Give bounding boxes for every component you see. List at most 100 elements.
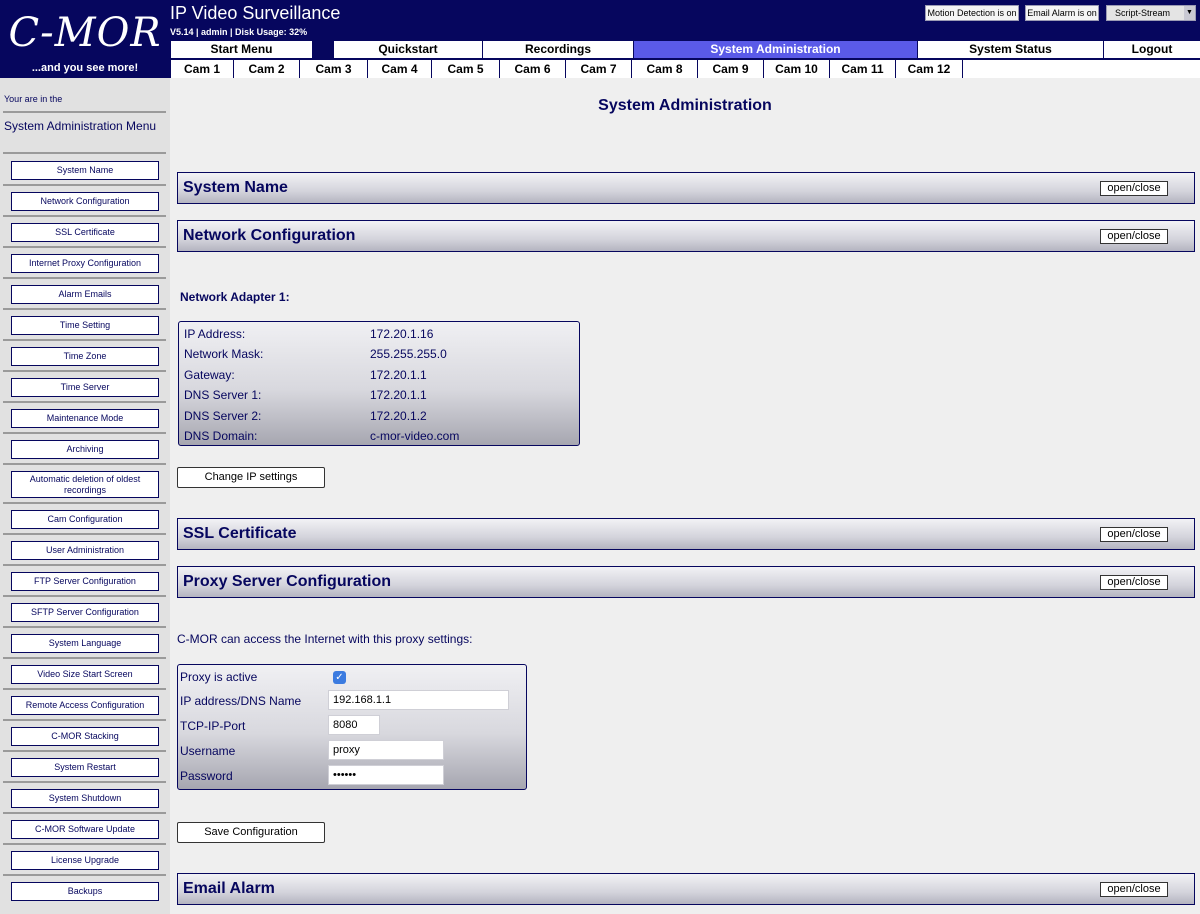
nav-logout[interactable]: Logout bbox=[1103, 41, 1200, 58]
sidebar-divider bbox=[3, 781, 166, 783]
open-close-button[interactable]: open/close bbox=[1100, 882, 1168, 897]
sidebar-title: System Administration Menu bbox=[4, 119, 157, 133]
section-title: System Name bbox=[183, 179, 288, 196]
sidebar-item-auto-deletion[interactable]: Automatic deletion of oldest recordings bbox=[11, 471, 159, 498]
sidebar-divider bbox=[3, 657, 166, 659]
sidebar-divider bbox=[3, 843, 166, 845]
sidebar-item-cam-configuration[interactable]: Cam Configuration bbox=[11, 510, 159, 529]
dns-server-2-label: DNS Server 2: bbox=[184, 409, 262, 423]
sidebar-item-internet-proxy[interactable]: Internet Proxy Configuration bbox=[11, 254, 159, 273]
sidebar-item-system-restart[interactable]: System Restart bbox=[11, 758, 159, 777]
sidebar-divider bbox=[3, 750, 166, 752]
nav-quickstart[interactable]: Quickstart bbox=[333, 41, 482, 58]
sidebar-item-maintenance-mode[interactable]: Maintenance Mode bbox=[11, 409, 159, 428]
change-ip-settings-button[interactable]: Change IP settings bbox=[177, 467, 325, 488]
sidebar-item-license-upgrade[interactable]: License Upgrade bbox=[11, 851, 159, 870]
proxy-settings-form: Proxy is active ✓ IP address/DNS Name TC… bbox=[177, 664, 527, 790]
script-stream-select[interactable]: Script-Stream ▼ bbox=[1106, 5, 1196, 21]
sidebar-item-system-name[interactable]: System Name bbox=[11, 161, 159, 180]
proxy-username-input[interactable] bbox=[328, 740, 444, 760]
sidebar-item-alarm-emails[interactable]: Alarm Emails bbox=[11, 285, 159, 304]
sidebar-item-remote-access[interactable]: Remote Access Configuration bbox=[11, 696, 159, 715]
sidebar-item-time-server[interactable]: Time Server bbox=[11, 378, 159, 397]
sidebar-divider bbox=[3, 308, 166, 310]
section-title: Email Alarm bbox=[183, 880, 275, 897]
sidebar-divider bbox=[3, 463, 166, 465]
app-title: IP Video Surveillance bbox=[170, 3, 341, 23]
proxy-port-input[interactable] bbox=[328, 715, 380, 735]
sidebar: Your are in the System Administration Me… bbox=[0, 78, 170, 914]
proxy-address-input[interactable] bbox=[328, 690, 509, 710]
nav-system-administration[interactable]: System Administration bbox=[633, 41, 917, 58]
cam-tab-2[interactable]: Cam 2 bbox=[233, 60, 299, 78]
open-close-button[interactable]: open/close bbox=[1100, 229, 1168, 244]
dns-domain-value: c-mor-video.com bbox=[370, 429, 460, 443]
sidebar-intro: Your are in the bbox=[4, 94, 63, 104]
sidebar-divider bbox=[3, 339, 166, 341]
cam-tab-5[interactable]: Cam 5 bbox=[431, 60, 499, 78]
proxy-password-input[interactable] bbox=[328, 765, 444, 785]
cam-nav-filler bbox=[962, 60, 1200, 78]
sidebar-divider bbox=[3, 215, 166, 217]
sidebar-item-system-shutdown[interactable]: System Shutdown bbox=[11, 789, 159, 808]
cam-tab-8[interactable]: Cam 8 bbox=[631, 60, 697, 78]
cam-tab-7[interactable]: Cam 7 bbox=[565, 60, 631, 78]
sidebar-divider bbox=[3, 595, 166, 597]
sidebar-item-time-setting[interactable]: Time Setting bbox=[11, 316, 159, 335]
sidebar-item-backups[interactable]: Backups bbox=[11, 882, 159, 901]
sidebar-item-c-mor-stacking[interactable]: C-MOR Stacking bbox=[11, 727, 159, 746]
sidebar-item-video-size[interactable]: Video Size Start Screen bbox=[11, 665, 159, 684]
proxy-username-label: Username bbox=[180, 744, 236, 758]
sidebar-item-archiving[interactable]: Archiving bbox=[11, 440, 159, 459]
sidebar-item-ftp-server[interactable]: FTP Server Configuration bbox=[11, 572, 159, 591]
section-network-configuration: Network Configuration open/close bbox=[177, 220, 1195, 252]
sidebar-item-sftp-server[interactable]: SFTP Server Configuration bbox=[11, 603, 159, 622]
section-title: Proxy Server Configuration bbox=[183, 573, 392, 590]
sidebar-item-software-update[interactable]: C-MOR Software Update bbox=[11, 820, 159, 839]
sidebar-divider bbox=[3, 812, 166, 814]
sidebar-divider bbox=[3, 502, 166, 504]
cam-tab-6[interactable]: Cam 6 bbox=[499, 60, 565, 78]
open-close-button[interactable]: open/close bbox=[1100, 181, 1168, 196]
nav-recordings[interactable]: Recordings bbox=[482, 41, 633, 58]
network-mask-value: 255.255.255.0 bbox=[370, 347, 447, 361]
nav-start-menu[interactable]: Start Menu bbox=[170, 41, 312, 58]
cam-tab-4[interactable]: Cam 4 bbox=[367, 60, 431, 78]
cam-tab-12[interactable]: Cam 12 bbox=[895, 60, 962, 78]
motion-detection-toggle[interactable]: Motion Detection is on bbox=[925, 5, 1019, 21]
proxy-password-label: Password bbox=[180, 769, 233, 783]
network-adapter-title: Network Adapter 1: bbox=[180, 290, 290, 304]
dns-server-2-value: 172.20.1.2 bbox=[370, 409, 427, 423]
sidebar-divider bbox=[3, 874, 166, 876]
sidebar-divider bbox=[3, 184, 166, 186]
save-configuration-button[interactable]: Save Configuration bbox=[177, 822, 325, 843]
cam-tab-11[interactable]: Cam 11 bbox=[829, 60, 895, 78]
sidebar-item-time-zone[interactable]: Time Zone bbox=[11, 347, 159, 366]
sidebar-divider bbox=[3, 626, 166, 628]
script-stream-value: Script-Stream bbox=[1115, 8, 1171, 18]
sidebar-divider bbox=[3, 370, 166, 372]
cam-tab-3[interactable]: Cam 3 bbox=[299, 60, 367, 78]
sidebar-item-user-administration[interactable]: User Administration bbox=[11, 541, 159, 560]
sidebar-divider bbox=[3, 564, 166, 566]
cam-tab-9[interactable]: Cam 9 bbox=[697, 60, 763, 78]
proxy-address-label: IP address/DNS Name bbox=[180, 694, 302, 708]
sidebar-item-network-configuration[interactable]: Network Configuration bbox=[11, 192, 159, 211]
section-ssl-certificate: SSL Certificate open/close bbox=[177, 518, 1195, 550]
sidebar-divider bbox=[3, 111, 166, 113]
nav-system-status[interactable]: System Status bbox=[917, 41, 1103, 58]
main-nav: Start Menu ✲ Quickstart Recordings Syste… bbox=[170, 41, 1200, 58]
sidebar-item-ssl-certificate[interactable]: SSL Certificate bbox=[11, 223, 159, 242]
c-mor-logo[interactable]: C-MOR ...and you see more! bbox=[0, 0, 170, 78]
ip-address-value: 172.20.1.16 bbox=[370, 327, 434, 341]
proxy-active-checkbox[interactable]: ✓ bbox=[333, 671, 346, 684]
email-alarm-toggle[interactable]: Email Alarm is on bbox=[1025, 5, 1099, 21]
section-email-alarm: Email Alarm open/close bbox=[177, 873, 1195, 905]
cam-tab-10[interactable]: Cam 10 bbox=[763, 60, 829, 78]
section-title: Network Configuration bbox=[183, 227, 356, 244]
open-close-button[interactable]: open/close bbox=[1100, 575, 1168, 590]
sidebar-item-system-language[interactable]: System Language bbox=[11, 634, 159, 653]
cam-tab-1[interactable]: Cam 1 bbox=[170, 60, 233, 78]
cam-nav: Cam 1 Cam 2 Cam 3 Cam 4 Cam 5 Cam 6 Cam … bbox=[170, 60, 1200, 78]
open-close-button[interactable]: open/close bbox=[1100, 527, 1168, 542]
